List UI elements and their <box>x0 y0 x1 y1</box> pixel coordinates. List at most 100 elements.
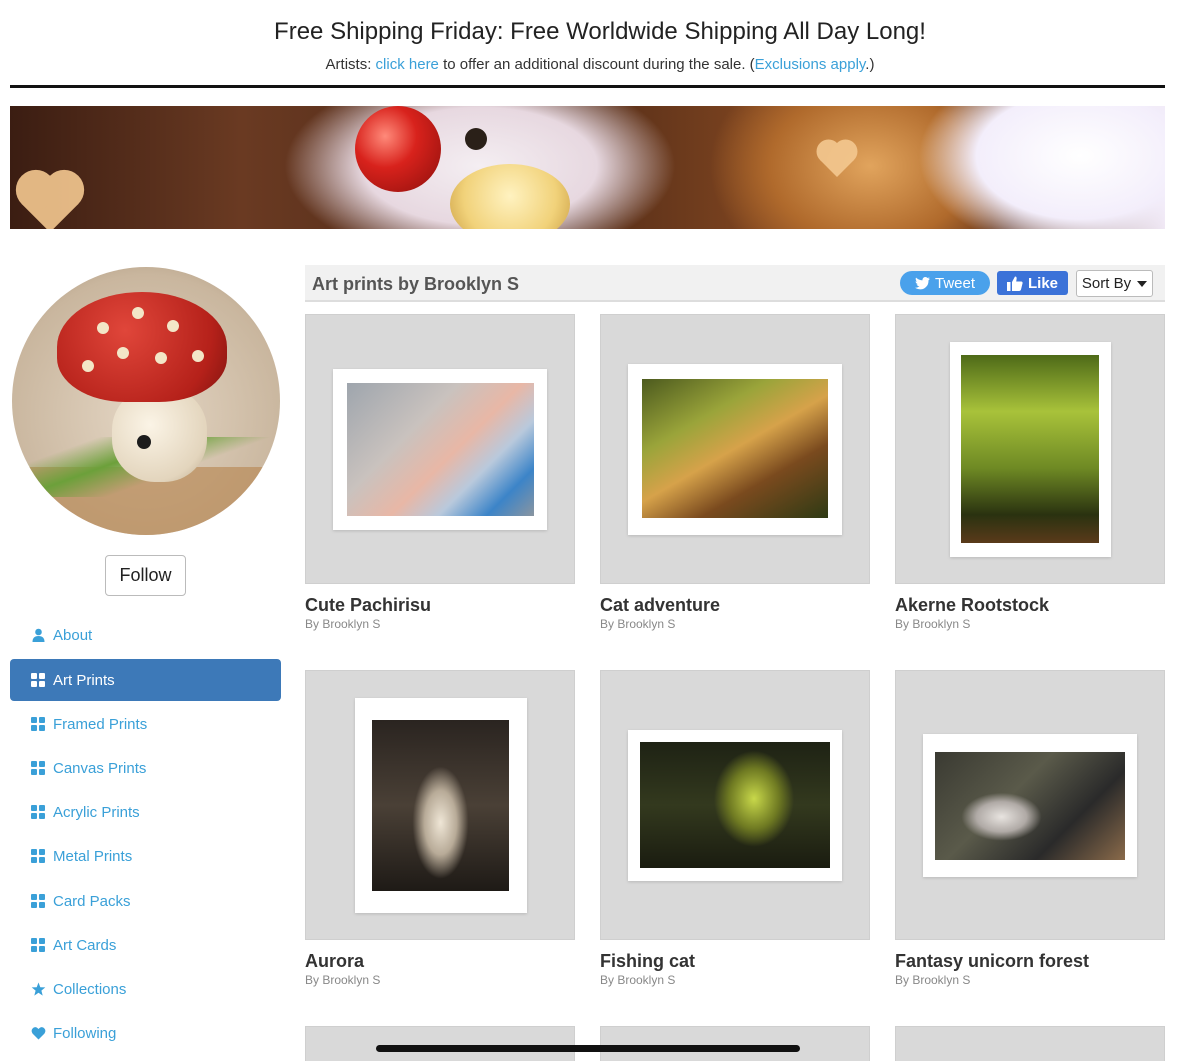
seed-decoration <box>465 128 487 150</box>
artist-avatar[interactable] <box>12 267 280 535</box>
caret-down-icon <box>1137 280 1148 287</box>
sidebar-item-framed-prints[interactable]: Framed Prints <box>10 703 281 745</box>
cap-spot <box>117 347 129 359</box>
sidebar-item-collections[interactable]: Collections <box>10 968 281 1010</box>
promo-sub-prefix: Artists: <box>325 56 376 73</box>
product-artist: By Brooklyn S <box>305 617 381 631</box>
product-title[interactable]: Cute Pachirisu <box>305 595 431 616</box>
thumbs-up-icon <box>1006 276 1023 291</box>
sidebar-item-label: Canvas Prints <box>53 759 147 777</box>
sidebar-item-label: Collections <box>53 980 127 998</box>
product-artist: By Brooklyn S <box>600 973 676 987</box>
sidebar-item-label: Art Cards <box>53 936 117 954</box>
print-mat <box>333 369 547 530</box>
heart-decoration <box>21 175 79 229</box>
gallery-header-bar: Art prints by Brooklyn S Tweet Like Sort… <box>305 265 1165 302</box>
click-here-link[interactable]: click here <box>376 56 439 73</box>
artwork-image <box>935 752 1125 860</box>
user-icon <box>31 628 46 643</box>
home-indicator[interactable] <box>376 1045 800 1052</box>
promo-sub-suffix: .) <box>865 56 875 73</box>
cover-banner-image <box>10 106 1165 229</box>
sidebar-item-canvas-prints[interactable]: Canvas Prints <box>10 747 281 789</box>
cap-spot <box>82 360 94 372</box>
follow-button[interactable]: Follow <box>105 555 186 596</box>
twitter-bird-icon <box>914 276 930 290</box>
cap-spot <box>192 350 204 362</box>
artwork-image <box>961 355 1099 543</box>
grid-icon <box>31 893 46 909</box>
page-title: Art prints by Brooklyn S <box>312 274 520 294</box>
sidebar-item-following[interactable]: Following <box>10 1012 281 1054</box>
grid-icon <box>31 848 46 864</box>
sort-label: Sort By <box>1081 275 1132 292</box>
artwork-image <box>372 720 509 891</box>
divider <box>10 85 1165 88</box>
cap-spot <box>167 320 179 332</box>
promo-sub-middle: to offer an additional discount during t… <box>438 56 755 73</box>
tweet-label: Tweet <box>934 274 976 292</box>
grid-icon <box>31 672 46 688</box>
product-artist: By Brooklyn S <box>600 617 676 631</box>
product-thumbnail[interactable] <box>600 314 870 584</box>
product-thumbnail[interactable] <box>600 1026 870 1061</box>
product-title[interactable]: Cat adventure <box>600 595 720 616</box>
sidebar-item-label: About <box>53 626 93 644</box>
product-artist: By Brooklyn S <box>895 617 971 631</box>
heart-icon <box>31 1026 46 1041</box>
grid-icon <box>31 760 46 776</box>
like-label: Like <box>1027 274 1058 292</box>
cap-spot <box>97 322 109 334</box>
sidebar-item-label: Following <box>53 1024 117 1042</box>
print-mat <box>950 342 1111 557</box>
sidebar-item-art-prints[interactable]: Art Prints <box>10 659 281 701</box>
sidebar-item-card-packs[interactable]: Card Packs <box>10 880 281 922</box>
artwork-image <box>347 383 534 516</box>
like-button[interactable]: Like <box>997 271 1068 295</box>
print-mat <box>628 364 842 535</box>
product-thumbnail[interactable] <box>895 1026 1165 1061</box>
sidebar-item-acrylic-prints[interactable]: Acrylic Prints <box>10 791 281 833</box>
sidebar-item-label: Art Prints <box>53 671 115 689</box>
cap-spot <box>155 352 167 364</box>
product-thumbnail[interactable] <box>305 314 575 584</box>
sidebar-item-art-cards[interactable]: Art Cards <box>10 924 281 966</box>
tweet-button[interactable]: Tweet <box>900 271 990 295</box>
heart-decoration <box>820 143 854 177</box>
mushroom-cap <box>57 292 227 402</box>
product-thumbnail[interactable] <box>600 670 870 940</box>
sidebar-item-about[interactable]: About <box>10 614 281 656</box>
star-icon <box>31 982 46 997</box>
product-title[interactable]: Akerne Rootstock <box>895 595 1049 616</box>
artwork-image <box>642 379 828 518</box>
product-artist: By Brooklyn S <box>895 973 971 987</box>
cap-spot <box>132 307 144 319</box>
artwork-image <box>640 742 830 868</box>
product-thumbnail[interactable] <box>305 1026 575 1061</box>
grid-icon <box>31 716 46 732</box>
sidebar-item-metal-prints[interactable]: Metal Prints <box>10 835 281 877</box>
product-title[interactable]: Fishing cat <box>600 951 695 972</box>
product-title[interactable]: Aurora <box>305 951 364 972</box>
grid-icon <box>31 804 46 820</box>
print-mat <box>355 698 527 913</box>
product-thumbnail[interactable] <box>895 314 1165 584</box>
mushroom-eye <box>137 435 151 449</box>
product-title[interactable]: Fantasy unicorn forest <box>895 951 1089 972</box>
exclusions-link[interactable]: Exclusions apply <box>755 56 866 73</box>
product-artist: By Brooklyn S <box>305 973 381 987</box>
print-mat <box>923 734 1137 877</box>
sidebar-item-label: Card Packs <box>53 892 131 910</box>
sidebar-item-label: Metal Prints <box>53 847 133 865</box>
yolk-decoration <box>450 164 570 229</box>
print-mat <box>628 730 842 881</box>
sidebar-item-label: Framed Prints <box>53 715 148 733</box>
sort-by-dropdown[interactable]: Sort By <box>1076 270 1153 297</box>
product-thumbnail[interactable] <box>895 670 1165 940</box>
sidebar-item-label: Acrylic Prints <box>53 803 140 821</box>
promo-title: Free Shipping Friday: Free Worldwide Shi… <box>274 18 926 45</box>
cherry-decoration <box>355 106 441 192</box>
product-thumbnail[interactable] <box>305 670 575 940</box>
grid-icon <box>31 937 46 953</box>
promo-subtext: Artists: click here to offer an addition… <box>0 56 1200 73</box>
